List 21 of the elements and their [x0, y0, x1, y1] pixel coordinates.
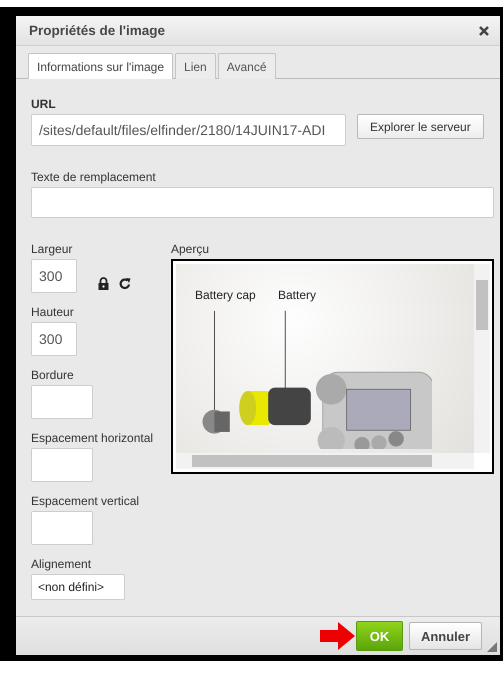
field-label: Texte de remplacement — [31, 170, 157, 184]
number-field[interactable]: 300 — [31, 259, 77, 293]
dialog-title: Propriétés de l'image — [29, 23, 166, 38]
field-label: Espacement horizontal — [31, 431, 154, 445]
url-field[interactable]: /sites/default/files/elfinder/2180/14JUIN17-ADI — [31, 114, 346, 146]
field-label: Alignement — [31, 557, 92, 571]
tab[interactable]: Lien — [175, 53, 216, 79]
alignment-dropdown[interactable]: <non défini> — [31, 574, 125, 600]
field-label: URL — [31, 97, 57, 111]
field-label: Hauteur — [31, 305, 75, 319]
tab[interactable]: Informations sur l'image — [28, 53, 174, 79]
field-label: Aperçu — [171, 242, 210, 256]
browse-server-button[interactable]: Explorer le serveur — [357, 114, 484, 139]
tab[interactable]: Avancé — [218, 53, 276, 79]
field-label: Bordure — [31, 368, 75, 382]
callout-label: Battery — [278, 288, 316, 302]
number-field[interactable]: 300 — [31, 322, 77, 356]
callout-label: Battery cap — [195, 288, 256, 302]
cancel-button[interactable]: Annuler — [409, 622, 482, 650]
field-label: Espacement vertical — [31, 494, 140, 508]
field-label: Largeur — [31, 242, 74, 256]
